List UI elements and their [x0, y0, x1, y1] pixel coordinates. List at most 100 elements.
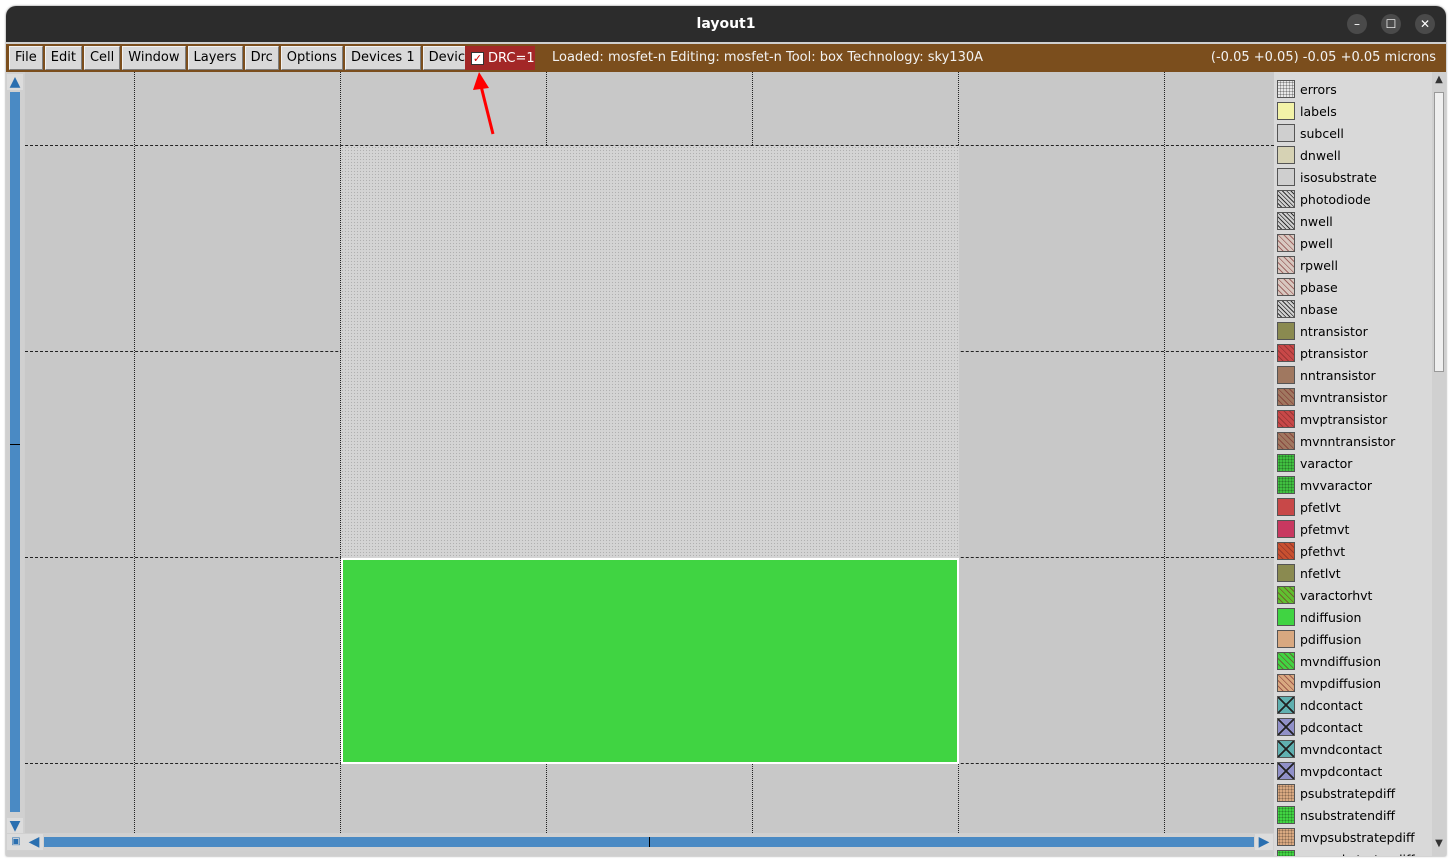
layer-label: pbase: [1300, 279, 1338, 295]
layer-item-mvpdcontact[interactable]: mvpdcontact: [1277, 760, 1382, 782]
layer-label: mvpdiffusion: [1300, 675, 1382, 691]
scroll-right-icon[interactable]: ▶: [1255, 834, 1273, 850]
scroll-down-icon[interactable]: ▼: [7, 818, 23, 834]
layer-item-mvpsubstratepdiff[interactable]: mvpsubstratepdiff: [1277, 826, 1415, 848]
layer-label: photodiode: [1300, 191, 1371, 207]
layer-swatch: [1277, 388, 1295, 406]
layer-item-pbase[interactable]: pbase: [1277, 276, 1338, 298]
layer-item-mvndiffusion[interactable]: mvndiffusion: [1277, 650, 1381, 672]
layer-item-mvntransistor[interactable]: mvntransistor: [1277, 386, 1387, 408]
layer-item-pfetlvt[interactable]: pfetlvt: [1277, 496, 1341, 518]
layer-palette: errors labels subcell dnwell isosubstrate pho…: [1274, 72, 1446, 856]
layer-swatch: [1277, 674, 1295, 692]
layout-canvas[interactable]: [25, 72, 1274, 833]
layer-swatch: [1277, 344, 1295, 362]
vertical-scroll-marker: [10, 444, 20, 445]
vertical-scroll-trough[interactable]: [10, 92, 20, 812]
layer-item-errors[interactable]: errors: [1277, 78, 1337, 100]
layer-item-nbase[interactable]: nbase: [1277, 298, 1338, 320]
close-button[interactable]: ✕: [1415, 14, 1435, 34]
drc-checkbox[interactable]: ✓: [471, 51, 484, 65]
layer-item-psubstratepdiff[interactable]: psubstratepdiff: [1277, 782, 1395, 804]
layer-item-labels[interactable]: labels: [1277, 100, 1337, 122]
canvas-vertical-scrollbar[interactable]: ▲ ▼: [6, 72, 24, 841]
speckled-layer-region[interactable]: [341, 146, 959, 558]
menu-layers[interactable]: Layers: [187, 46, 243, 70]
minimize-button[interactable]: –: [1347, 14, 1367, 34]
layer-swatch: [1277, 652, 1295, 670]
palette-scroll-down-icon[interactable]: ▼: [1432, 838, 1446, 852]
layer-swatch: [1277, 212, 1295, 230]
layer-swatch: [1277, 806, 1295, 824]
layer-item-pwell[interactable]: pwell: [1277, 232, 1333, 254]
layer-swatch: [1277, 124, 1295, 142]
layer-label: nsubstratendiff: [1300, 807, 1396, 823]
menu-bar: File Edit Cell Window Layers Drc Options…: [6, 44, 1446, 72]
layer-label: nbase: [1300, 301, 1338, 317]
layer-swatch: [1277, 520, 1295, 538]
layer-item-varactorhvt[interactable]: varactorhvt: [1277, 584, 1372, 606]
menu-drc[interactable]: Drc: [244, 46, 279, 70]
layer-swatch: [1277, 278, 1295, 296]
palette-scroll-thumb[interactable]: [1434, 92, 1444, 372]
layer-item-ptransistor[interactable]: ptransistor: [1277, 342, 1368, 364]
layer-swatch: [1277, 190, 1295, 208]
layer-item-nsubstratendiff[interactable]: nsubstratendiff: [1277, 804, 1395, 826]
layer-item-ntransistor[interactable]: ntransistor: [1277, 320, 1368, 342]
menu-options[interactable]: Options: [280, 46, 343, 70]
layer-label: pdiffusion: [1300, 631, 1362, 647]
maximize-button[interactable]: ☐: [1381, 14, 1401, 34]
layer-item-mvvaractor[interactable]: mvvaractor: [1277, 474, 1372, 496]
layer-item-mvnntransistor[interactable]: mvnntransistor: [1277, 430, 1395, 452]
layer-item-nntransistor[interactable]: nntransistor: [1277, 364, 1376, 386]
menu-file[interactable]: File: [9, 46, 43, 70]
layer-item-varactor[interactable]: varactor: [1277, 452, 1352, 474]
layer-label: mvndiffusion: [1300, 653, 1381, 669]
layer-label: nfetlvt: [1300, 565, 1341, 581]
layer-item-ndiffusion[interactable]: ndiffusion: [1277, 606, 1361, 628]
scroll-up-icon[interactable]: ▲: [7, 74, 23, 90]
layer-item-rpwell[interactable]: rpwell: [1277, 254, 1338, 276]
scroll-left-icon[interactable]: ◀: [25, 834, 43, 850]
layer-swatch: [1277, 784, 1295, 802]
layer-item-nwell[interactable]: nwell: [1277, 210, 1333, 232]
layer-item-pfethvt[interactable]: pfethvt: [1277, 540, 1345, 562]
layer-palette-scrollbar[interactable]: ▲ ▼: [1432, 72, 1446, 856]
zoom-box-icon[interactable]: ▣: [7, 834, 25, 850]
layer-swatch: [1277, 256, 1295, 274]
layer-item-subcell[interactable]: subcell: [1277, 122, 1344, 144]
layer-item-isosubstrate[interactable]: isosubstrate: [1277, 166, 1377, 188]
ndiffusion-rectangle[interactable]: [341, 558, 959, 764]
layer-item-pdiffusion[interactable]: pdiffusion: [1277, 628, 1361, 650]
layer-item-mvnsubstratendiff[interactable]: mvnsubstratendiff: [1277, 848, 1415, 856]
layer-item-mvndcontact[interactable]: mvndcontact: [1277, 738, 1382, 760]
layer-item-mvptransistor[interactable]: mvptransistor: [1277, 408, 1387, 430]
canvas-horizontal-scrollbar[interactable]: ▣ ◀ ▶: [6, 833, 1274, 851]
layer-label: pfetmvt: [1300, 521, 1350, 537]
layer-item-nfetlvt[interactable]: nfetlvt: [1277, 562, 1341, 584]
layer-item-photodiode[interactable]: photodiode: [1277, 188, 1371, 210]
grid-line-vertical: [134, 72, 135, 833]
menu-edit[interactable]: Edit: [44, 46, 82, 70]
layer-item-pdcontact[interactable]: pdcontact: [1277, 716, 1363, 738]
drc-toggle[interactable]: ✓ DRC=1: [465, 46, 535, 70]
layer-swatch: [1277, 80, 1295, 98]
layer-label: mvndcontact: [1300, 741, 1383, 757]
layer-label: mvpdcontact: [1300, 763, 1383, 779]
menu-cell[interactable]: Cell: [83, 46, 121, 70]
drc-label: DRC=1: [488, 50, 535, 66]
layer-label: errors: [1300, 81, 1337, 97]
palette-scroll-up-icon[interactable]: ▲: [1432, 74, 1446, 88]
layer-item-dnwell[interactable]: dnwell: [1277, 144, 1341, 166]
layer-item-pfetmvt[interactable]: pfetmvt: [1277, 518, 1349, 540]
layer-swatch: [1277, 586, 1295, 604]
layer-swatch: [1277, 762, 1295, 780]
layer-item-mvpdiffusion[interactable]: mvpdiffusion: [1277, 672, 1381, 694]
layer-swatch: [1277, 168, 1295, 186]
menu-devices-1[interactable]: Devices 1: [344, 46, 421, 70]
layer-swatch: [1277, 102, 1295, 120]
layer-label: varactorhvt: [1300, 587, 1373, 603]
menu-window[interactable]: Window: [122, 46, 186, 70]
layer-item-ndcontact[interactable]: ndcontact: [1277, 694, 1363, 716]
layer-label: nntransistor: [1300, 367, 1376, 383]
